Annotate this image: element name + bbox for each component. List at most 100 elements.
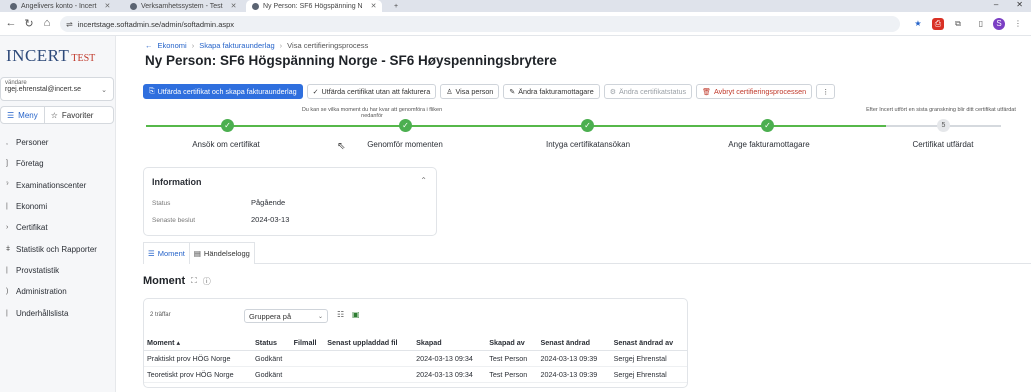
column-header-created-by[interactable]: Skapad av bbox=[486, 336, 538, 351]
nav-marker-icon: › bbox=[6, 224, 9, 232]
home-icon[interactable]: ⌂ bbox=[40, 17, 54, 29]
breadcrumb-separator-icon: › bbox=[191, 41, 195, 50]
cell-moment: Praktiskt prov HÖG Norge bbox=[144, 350, 253, 367]
change-invoice-recipient-button[interactable]: ✎ Ändra fakturamottagare bbox=[503, 84, 600, 99]
close-window-icon[interactable]: ✕ bbox=[1016, 0, 1023, 9]
hamburger-icon: ☰ bbox=[7, 110, 15, 120]
step-3-check-icon: ✓ bbox=[581, 119, 594, 132]
view-person-button[interactable]: ♙ Visa person bbox=[440, 84, 500, 99]
tab-moment[interactable]: ☰ Moment bbox=[143, 242, 190, 264]
more-actions-button[interactable]: ⋮ bbox=[816, 84, 836, 99]
sidebar: INCERT TEST vändare rgej.ehrenstal@incer… bbox=[0, 36, 116, 392]
sidepanel-icon[interactable]: ▯ bbox=[975, 18, 987, 30]
cell-status: Godkänt bbox=[252, 350, 291, 367]
browser-tab-1[interactable]: Angelivers konto - Incert ✕ bbox=[4, 0, 116, 12]
sidebar-item-provstatistik[interactable]: | Provstatistik bbox=[0, 260, 116, 281]
excel-export-icon[interactable]: ▣ bbox=[352, 310, 360, 319]
back-arrow-icon[interactable]: ← bbox=[145, 41, 153, 50]
sidebar-item-label: Administration bbox=[16, 287, 67, 297]
more-icon: ⋮ bbox=[822, 87, 830, 96]
log-icon: ▤ bbox=[193, 249, 201, 258]
step-4-label: Ange fakturamottagare bbox=[728, 140, 810, 149]
sidebar-item-underhallslista[interactable]: | Underhållslista bbox=[0, 302, 116, 323]
favorites-button[interactable]: ☆ Favoriter bbox=[45, 111, 100, 120]
step-5-number: 5 bbox=[937, 119, 950, 132]
browser-menu-icon[interactable]: ⋮ bbox=[1012, 18, 1024, 30]
column-header-filmall[interactable]: Filmall bbox=[290, 336, 325, 351]
expand-icon[interactable]: ⛶ bbox=[191, 276, 197, 286]
new-tab-button[interactable]: + bbox=[388, 0, 404, 12]
bookmark-star-icon[interactable]: ★ bbox=[912, 18, 924, 30]
column-header-last-uploaded[interactable]: Senast uppladdad fil bbox=[324, 336, 414, 351]
cancel-process-button[interactable]: 🗑 Avbryt certifieringsprocessen bbox=[696, 84, 813, 99]
close-icon[interactable]: ✕ bbox=[104, 2, 110, 10]
sidebar-item-administration[interactable]: ) Administration bbox=[0, 281, 116, 302]
cell-created: 2024-03-13 09:34 bbox=[413, 350, 487, 367]
sidebar-item-ekonomi[interactable]: | Ekonomi bbox=[0, 196, 116, 217]
user-selector[interactable]: vändare rgej.ehrenstal@incert.se ⌄ bbox=[0, 77, 114, 101]
content-tabs: ☰ Moment ▤ Händelselogg bbox=[143, 242, 1031, 264]
column-header-moment[interactable]: Moment ▴ bbox=[144, 336, 253, 351]
sidebar-item-label: Ekonomi bbox=[16, 202, 48, 212]
breadcrumb-link[interactable]: Skapa fakturaunderlag bbox=[199, 41, 274, 50]
cell-last-changed-by: Sergej Ehrenstal bbox=[610, 350, 687, 367]
table-row[interactable]: Teoretiskt prov HÖG Norge Godkänt 2024-0… bbox=[144, 366, 687, 383]
sidebar-item-examinationscenter[interactable]: ˀ Examinationscenter bbox=[0, 175, 116, 196]
change-certificate-status-button[interactable]: ⚙ Ändra certifikatstatus bbox=[603, 84, 693, 99]
collapse-chevron-icon[interactable]: ⌃ bbox=[420, 176, 427, 185]
sidebar-item-label: Examinationscenter bbox=[16, 180, 87, 190]
columns-icon[interactable]: ☷ bbox=[337, 310, 344, 319]
step-5-label: Certifikat utfärdat bbox=[912, 140, 974, 149]
button-label: Visa person bbox=[455, 87, 494, 96]
browser-tab-label: Ny Person: SF6 Högspänning N bbox=[263, 2, 363, 10]
reload-icon[interactable]: ↻ bbox=[22, 17, 36, 30]
moment-table: Moment ▴ Status Filmall Senast uppladdad… bbox=[144, 336, 687, 383]
favorites-label: Favoriter bbox=[61, 110, 94, 120]
minimize-icon[interactable]: – bbox=[994, 0, 998, 9]
column-header-status[interactable]: Status bbox=[252, 336, 291, 351]
nav-marker-icon: | bbox=[6, 266, 8, 274]
info-icon[interactable]: ⓘ bbox=[203, 276, 211, 287]
button-label: Avbryt certifieringsprocessen bbox=[714, 87, 807, 96]
site-settings-icon[interactable]: ⇌ bbox=[66, 20, 73, 29]
section-header: Moment ⛶ ⓘ bbox=[143, 275, 211, 287]
nav-marker-icon: | bbox=[6, 203, 8, 211]
information-card: Information ⌃ Status Pågående Senaste be… bbox=[143, 167, 437, 236]
sidebar-item-statistik[interactable]: ǂ Statistik och Rapporter bbox=[0, 238, 116, 259]
table-row[interactable]: Praktiskt prov HÖG Norge Godkänt 2024-03… bbox=[144, 350, 687, 367]
back-icon[interactable]: ← bbox=[4, 17, 18, 29]
tab-event-log[interactable]: ▤ Händelselogg bbox=[188, 242, 255, 264]
breadcrumb-link[interactable]: Ekonomi bbox=[158, 41, 187, 50]
sidebar-item-foretag[interactable]: ] Företag bbox=[0, 153, 116, 174]
column-header-last-changed[interactable]: Senast ändrad bbox=[537, 336, 611, 351]
sidebar-item-label: Underhållslista bbox=[16, 308, 69, 318]
table-header-row: Moment ▴ Status Filmall Senast uppladdad… bbox=[144, 336, 687, 351]
issue-without-invoice-button[interactable]: ✓ Utfärda certifikat utan att fakturera bbox=[306, 84, 437, 99]
browser-tab-3[interactable]: Ny Person: SF6 Högspänning N ✕ bbox=[246, 0, 383, 12]
sidebar-item-personer[interactable]: , Personer bbox=[0, 132, 116, 153]
sidebar-item-label: Provstatistik bbox=[16, 265, 60, 275]
profile-avatar-icon[interactable]: S bbox=[993, 18, 1005, 30]
hit-count: 2 träffar bbox=[150, 312, 171, 318]
cell-created: 2024-03-13 09:34 bbox=[413, 366, 487, 383]
nav-marker-icon: , bbox=[6, 139, 8, 147]
browser-tab-2[interactable]: Verksamhetssystem - Test ✕ bbox=[124, 0, 242, 12]
incert-logo[interactable]: INCERT TEST bbox=[6, 46, 116, 68]
column-header-created[interactable]: Skapad bbox=[413, 336, 487, 351]
breadcrumb-current: Visa certifieringsprocess bbox=[287, 41, 369, 50]
close-icon[interactable]: ✕ bbox=[371, 2, 377, 10]
section-title: Moment bbox=[143, 275, 186, 287]
menu-button[interactable]: ☰ Meny bbox=[1, 107, 45, 123]
extensions-icon[interactable]: ⧉ bbox=[952, 18, 964, 30]
column-header-last-changed-by[interactable]: Senast ändrad av bbox=[610, 336, 687, 351]
certificate-icon: ⎘ bbox=[149, 87, 155, 95]
moment-table-card: 2 träffar Gruppera på ⌄ ☷ ▣ Moment ▴ Sta… bbox=[143, 298, 688, 388]
group-by-select[interactable]: Gruppera på ⌄ bbox=[244, 309, 328, 323]
url-field[interactable]: ⇌ incertstage.softadmin.se/admin/softadm… bbox=[60, 16, 900, 32]
close-icon[interactable]: ✕ bbox=[231, 2, 237, 10]
list-icon: ☰ bbox=[148, 249, 155, 258]
sidebar-item-certifikat[interactable]: › Certifikat bbox=[0, 217, 116, 238]
pdf-extension-icon[interactable]: ⎙ bbox=[932, 18, 944, 30]
issue-and-invoice-button[interactable]: ⎘ Utfärda certifikat och skapa fakturaund… bbox=[143, 84, 303, 99]
tab-label: Moment bbox=[157, 249, 185, 258]
